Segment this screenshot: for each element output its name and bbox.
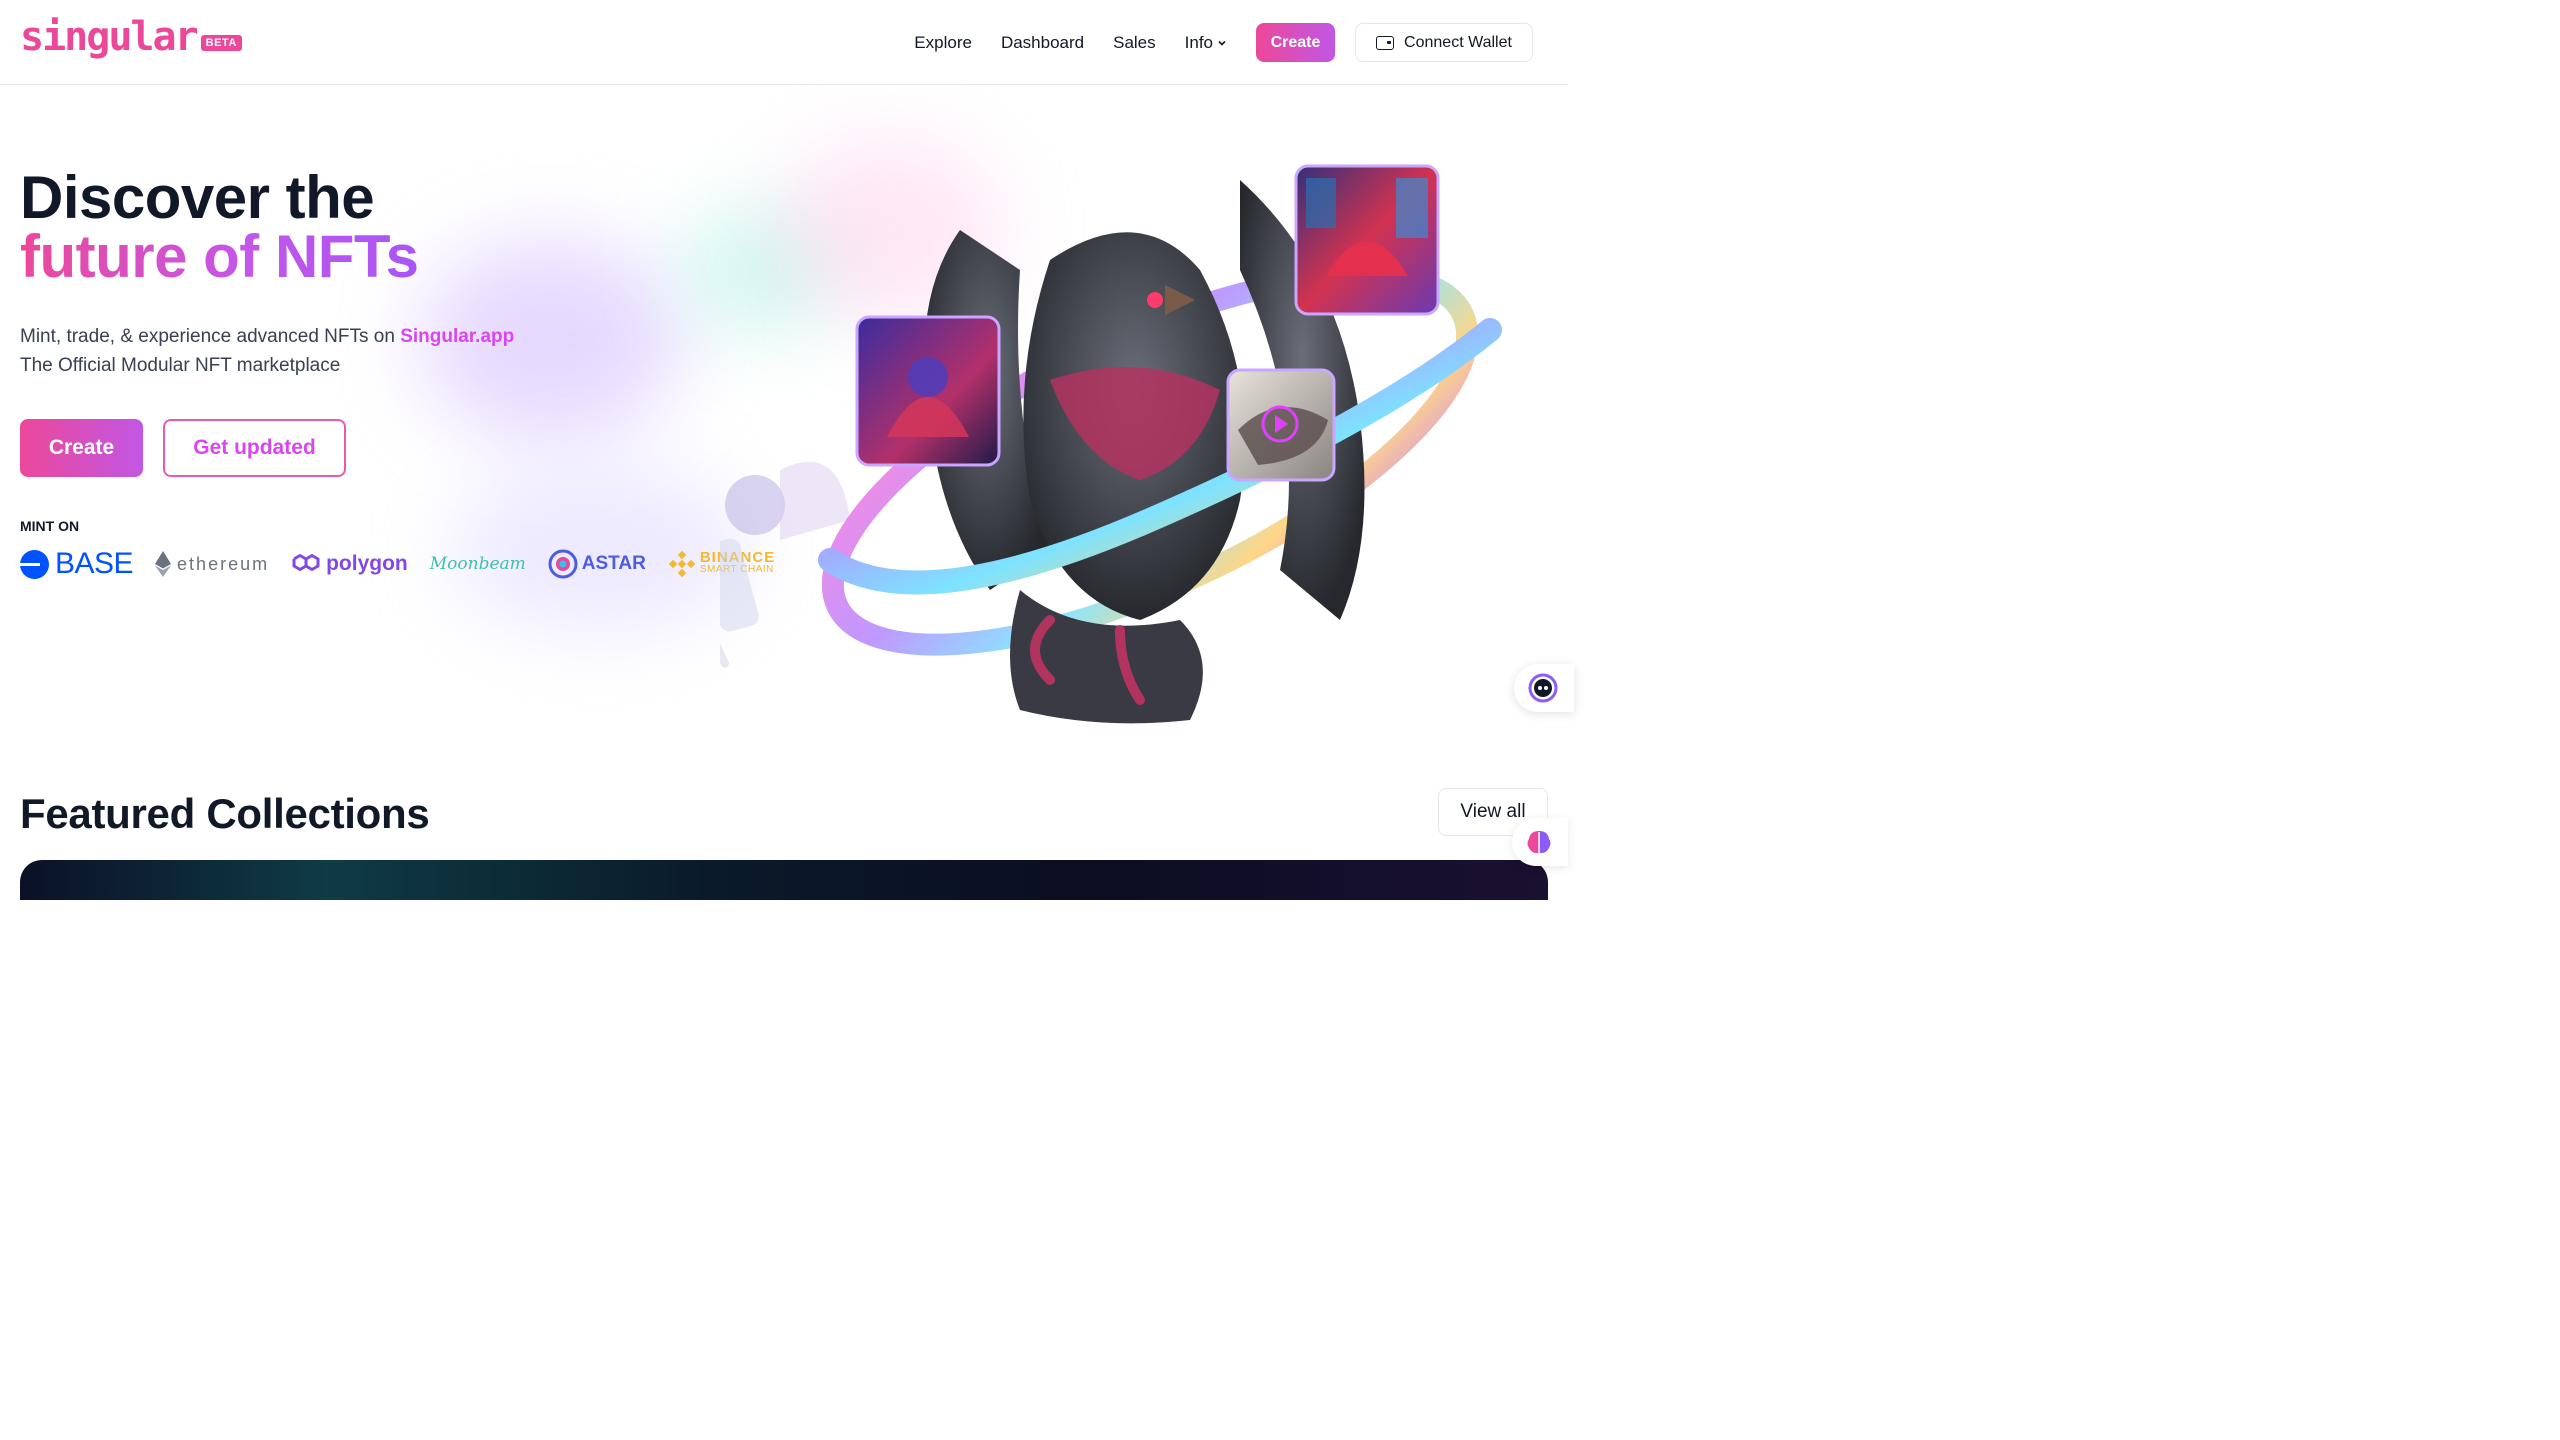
polygon-icon	[292, 554, 320, 571]
featured-collections-title: Featured Collections	[20, 790, 430, 837]
chain-astar: ASTAR	[548, 549, 646, 579]
singular-logo[interactable]: singular BETA	[20, 17, 242, 57]
beta-badge: BETA	[200, 35, 242, 51]
nft-card-2	[1294, 164, 1440, 316]
moonbeam-label: Moonbeam	[429, 554, 526, 574]
ethereum-label: ethereum	[177, 553, 270, 574]
base-logo-icon	[20, 549, 49, 579]
nav-create-button[interactable]: Create	[1256, 23, 1335, 62]
astar-icon	[548, 549, 578, 579]
chain-polygon: polygon	[291, 552, 408, 576]
hero-create-button[interactable]: Create	[20, 419, 143, 477]
main-nav: Explore Dashboard Sales Info Create Conn…	[914, 0, 1568, 85]
hero-illustration	[618, 164, 1502, 724]
hero-title-line1: Discover the	[20, 164, 375, 231]
chain-moonbeam: Moonbeam	[430, 554, 526, 574]
glass-dome	[780, 461, 850, 540]
featured-collection-banner[interactable]	[20, 860, 1548, 900]
get-updated-button[interactable]: Get updated	[163, 419, 346, 477]
hero-subtitle-line2: The Official Modular NFT marketplace	[20, 355, 341, 376]
glass-sphere	[725, 475, 785, 535]
ethereum-icon	[155, 551, 172, 577]
nft-card-1	[855, 315, 1001, 467]
nav-info-label: Info	[1184, 32, 1213, 52]
chevron-down-icon	[1218, 40, 1226, 46]
ai-assistant-button[interactable]	[1512, 818, 1568, 866]
connect-wallet-button[interactable]: Connect Wallet	[1355, 23, 1533, 62]
base-label: BASE	[55, 547, 134, 580]
nav-sales[interactable]: Sales	[1113, 33, 1156, 53]
hero-title: Discover the future of NFTs	[20, 164, 419, 290]
hero-artwork	[618, 120, 1520, 740]
nav-explore[interactable]: Explore	[914, 33, 972, 53]
top-nav-bar: singular BETA Explore Dashboard Sales In…	[0, 0, 1568, 85]
nav-info-dropdown[interactable]: Info	[1185, 33, 1227, 53]
hero-title-line2: future of NFTs	[20, 223, 419, 290]
nav-dashboard[interactable]: Dashboard	[1001, 33, 1084, 53]
singular-app-link[interactable]: Singular.app	[400, 326, 514, 347]
chat-bot-icon	[1528, 673, 1558, 703]
astar-label: ASTAR	[581, 553, 646, 574]
logo-wordmark: singular	[20, 14, 199, 60]
connect-wallet-label: Connect Wallet	[1404, 33, 1512, 51]
cyber-bird-eye	[1147, 292, 1163, 308]
chain-base: BASE	[20, 547, 134, 581]
mint-on-label: MINT ON	[20, 518, 80, 534]
polygon-label: polygon	[326, 552, 408, 575]
wallet-icon	[1376, 35, 1395, 50]
chain-ethereum: ethereum	[155, 551, 269, 577]
hero-subtitle-prefix: Mint, trade, & experience advanced NFTs …	[20, 326, 401, 347]
chain-logos: BASE ethereum polygon Moonbeam ASTAR BIN…	[20, 545, 797, 583]
brain-icon	[1527, 831, 1551, 854]
nft-card-3-video	[1226, 368, 1336, 482]
binance-icon	[668, 550, 696, 578]
hero-subtitle: Mint, trade, & experience advanced NFTs …	[20, 322, 514, 380]
glass-column	[701, 538, 759, 632]
chat-widget-button[interactable]	[1514, 664, 1574, 712]
